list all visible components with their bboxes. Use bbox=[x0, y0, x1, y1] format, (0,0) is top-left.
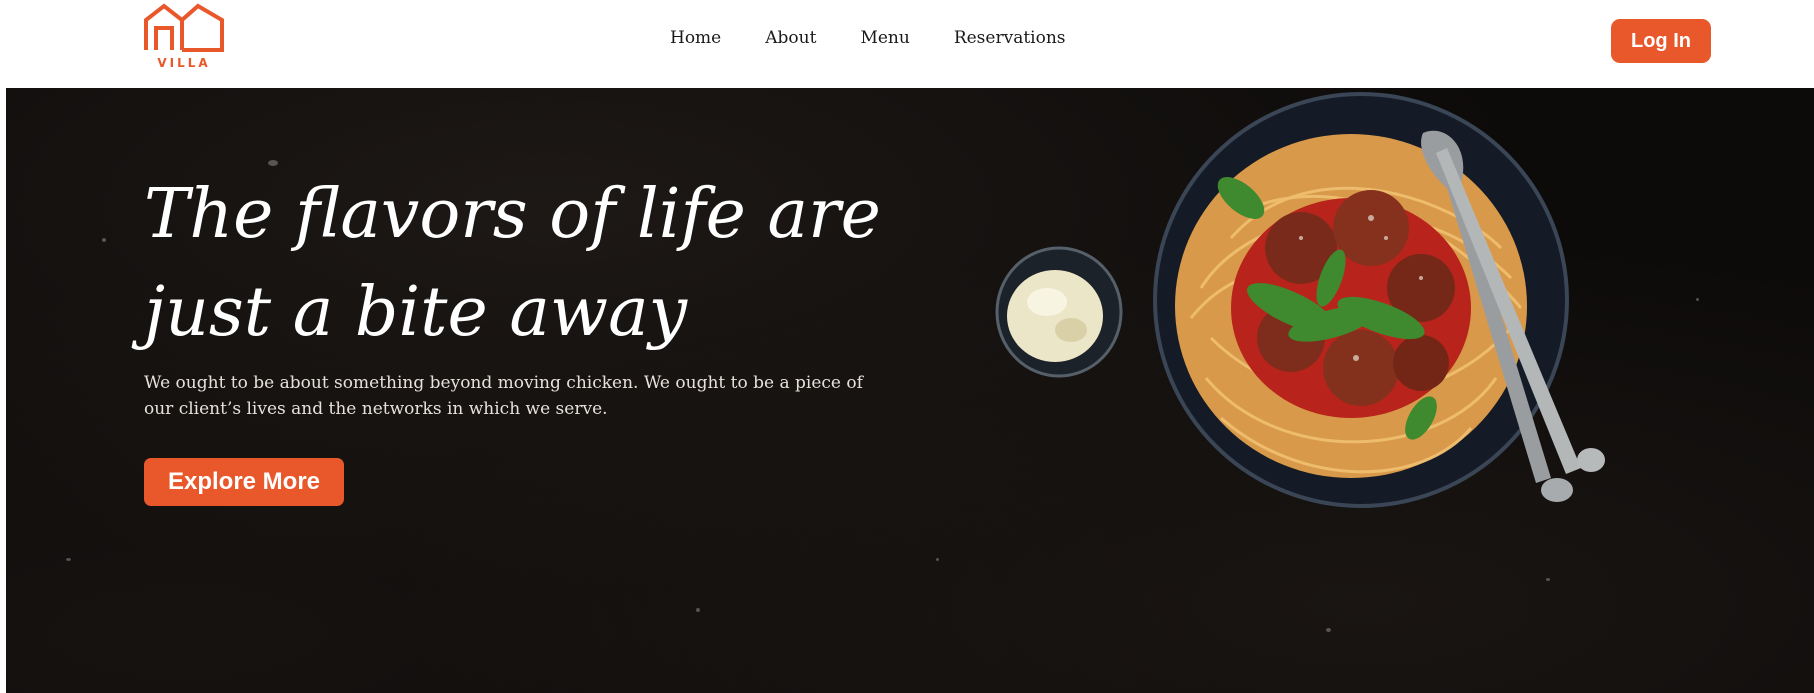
nav-item-home[interactable]: Home bbox=[670, 28, 721, 54]
texture-speck bbox=[936, 558, 939, 561]
brand-logo[interactable]: VILLA bbox=[142, 2, 226, 72]
page: VILLA Home About Menu Reservations Log I… bbox=[6, 0, 1814, 693]
nav-item-reservations[interactable]: Reservations bbox=[954, 28, 1066, 54]
spaghetti-meatballs-bowl-image bbox=[995, 92, 1605, 508]
house-logo-icon bbox=[144, 3, 224, 52]
hero-description: We ought to be about something beyond mo… bbox=[144, 373, 863, 419]
texture-speck bbox=[696, 608, 700, 612]
site-header: VILLA Home About Menu Reservations Log I… bbox=[6, 0, 1814, 88]
hero-title-line-1: The flavors of life are bbox=[144, 175, 881, 254]
login-button[interactable]: Log In bbox=[1611, 19, 1711, 63]
explore-more-button[interactable]: Explore More bbox=[144, 458, 344, 506]
hero-title: The flavors of life are just a bite away bbox=[144, 166, 904, 362]
texture-speck bbox=[1546, 578, 1550, 581]
texture-speck bbox=[1326, 628, 1331, 632]
hero-title-line-2: just a bite away bbox=[144, 273, 688, 352]
nav-item-menu[interactable]: Menu bbox=[860, 28, 909, 54]
texture-speck bbox=[66, 558, 71, 561]
hero-section: The flavors of life are just a bite away… bbox=[6, 88, 1814, 693]
brand-name: VILLA bbox=[157, 56, 211, 70]
nav-item-about[interactable]: About bbox=[765, 28, 816, 54]
texture-speck bbox=[102, 238, 106, 242]
main-nav: Home About Menu Reservations bbox=[670, 28, 1066, 54]
texture-speck bbox=[1696, 298, 1699, 301]
